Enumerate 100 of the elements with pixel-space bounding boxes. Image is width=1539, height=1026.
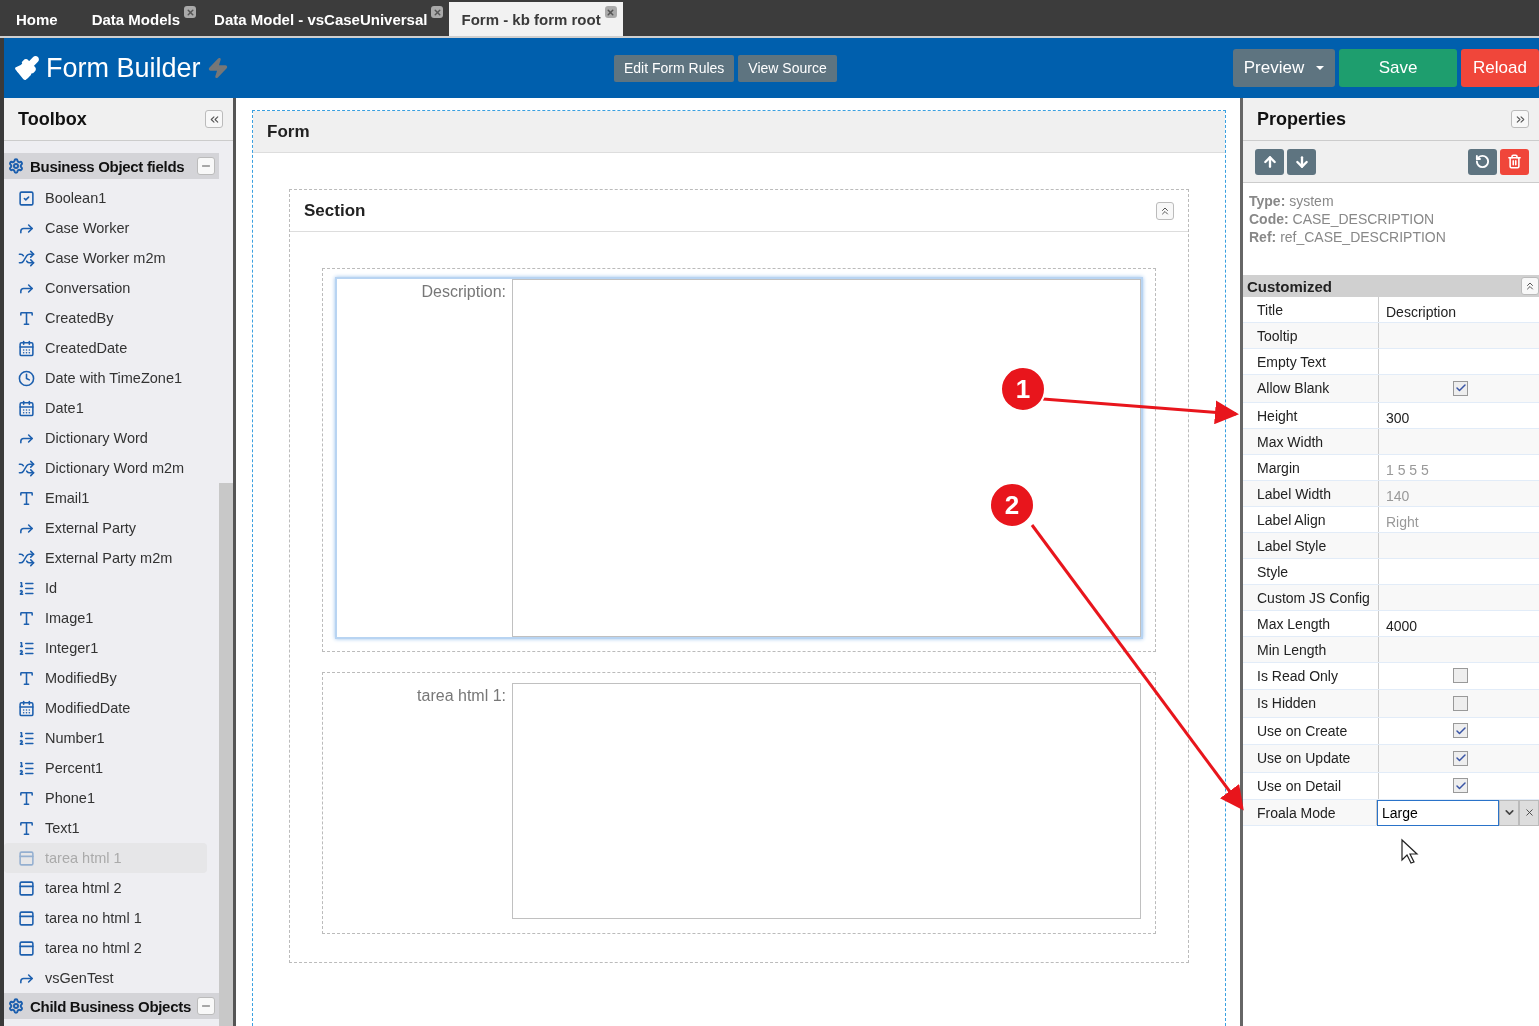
checkbox[interactable] (1453, 723, 1468, 739)
property-name: Min Length (1243, 636, 1379, 662)
property-value: 1 5 5 5 (1385, 460, 1429, 478)
toolbox-item[interactable]: Case Worker m2m (4, 243, 207, 273)
close-icon (606, 7, 616, 17)
numbered-list-icon (18, 579, 35, 597)
checkbox[interactable] (1453, 695, 1468, 711)
checkbox[interactable] (1453, 750, 1468, 766)
textarea-icon (18, 849, 35, 867)
toolbox-item[interactable]: Dictionary Word (4, 423, 207, 453)
checkbox-icon (18, 189, 35, 207)
toolbox-item[interactable]: Id (4, 573, 207, 603)
numbered-list-icon (18, 759, 35, 777)
toolbox-item[interactable]: Conversation (4, 273, 207, 303)
calendar-icon (18, 339, 35, 357)
property-name: Use on Create (1243, 717, 1379, 744)
text-icon (18, 789, 35, 807)
preview-button[interactable]: Preview (1233, 49, 1335, 87)
close-icon (1523, 807, 1535, 818)
property-value: 4000 (1385, 616, 1418, 634)
select-field[interactable]: Large (1377, 799, 1499, 826)
text-icon (18, 309, 35, 327)
toolbox-item[interactable]: Date1 (4, 393, 207, 423)
form-header: Form (253, 111, 1225, 153)
toolbox-item[interactable]: Text1 (4, 813, 207, 843)
toolbox-item[interactable]: External Party (4, 513, 207, 543)
property-name: Is Hidden (1243, 690, 1379, 717)
reload-button[interactable]: Reload (1461, 49, 1539, 87)
toolbar-button[interactable]: View Source (738, 54, 837, 82)
property-name: Use on Update (1243, 745, 1379, 772)
property-name: Max Length (1243, 610, 1379, 636)
collapse-button[interactable] (205, 110, 223, 128)
toolbox-item[interactable]: Percent1 (4, 753, 207, 783)
clock-icon (18, 369, 35, 387)
collapse-button[interactable] (1521, 277, 1539, 295)
calendar-icon (18, 399, 35, 417)
info-line: Type: system (1249, 193, 1335, 209)
group-header[interactable]: Child Business Objects (4, 993, 219, 1019)
property-name: Style (1243, 558, 1379, 584)
group-header[interactable]: Business Object fields (4, 153, 219, 179)
toolbox-item[interactable]: tarea no html 2 (4, 933, 207, 963)
toolbox-item[interactable]: Case Worker (4, 213, 207, 243)
property-name: Empty Text (1243, 349, 1379, 374)
toolbox-item[interactable]: Email1 (4, 483, 207, 513)
property-name: Max Width (1243, 428, 1379, 454)
reset-icon (1475, 154, 1490, 169)
close-button[interactable] (184, 6, 197, 18)
property-name: Tooltip (1243, 323, 1379, 348)
expand-button[interactable] (1511, 110, 1529, 128)
toolbox-item[interactable]: ModifiedBy (4, 663, 207, 693)
close-button[interactable] (604, 6, 617, 18)
checkbox[interactable] (1453, 380, 1468, 396)
scrollbar-thumb[interactable] (219, 483, 233, 1026)
toolbox-item[interactable]: Image1 (4, 603, 207, 633)
property-value: 140 (1385, 486, 1410, 504)
field-label: tarea html 1: (416, 686, 507, 706)
gear-icon (8, 158, 24, 174)
tab[interactable]: Home (4, 2, 80, 36)
property-name: Label Style (1243, 532, 1379, 558)
move-down-button[interactable] (1287, 148, 1316, 175)
field-label: Description: (420, 282, 507, 302)
toolbox-item[interactable]: Number1 (4, 723, 207, 753)
tab[interactable]: Data Model - vsCaseUniversal (202, 2, 450, 36)
lightning-icon (206, 57, 229, 79)
app-title: Form Builder (46, 52, 201, 84)
toolbox-item[interactable]: tarea no html 1 (4, 903, 207, 933)
property-name: Height (1243, 402, 1379, 428)
check-icon (1454, 724, 1467, 737)
property-name: Label Width (1243, 480, 1379, 506)
toolbox-item[interactable]: Date with TimeZone1 (4, 363, 207, 393)
checkbox[interactable] (1453, 668, 1468, 684)
cursor-icon (1401, 838, 1419, 864)
move-up-button[interactable] (1255, 148, 1284, 175)
toolbox-item[interactable]: CreatedBy (4, 303, 207, 333)
toolbar-button[interactable]: Edit Form Rules (614, 54, 735, 82)
close-button[interactable] (431, 6, 444, 18)
toolbox-item[interactable]: Phone1 (4, 783, 207, 813)
property-name: Margin (1243, 454, 1379, 480)
trash-icon (1507, 154, 1522, 169)
toolbox-item[interactable]: Dictionary Word m2m (4, 453, 207, 483)
toolbox-item[interactable]: ModifiedDate (4, 693, 207, 723)
toolbox-item[interactable]: vsGenTest (4, 963, 207, 993)
reset-button[interactable] (1468, 148, 1497, 175)
gear-icon (8, 998, 24, 1014)
toolbox-item[interactable]: tarea html 2 (4, 873, 207, 903)
collapse-button[interactable] (1156, 201, 1174, 220)
toolbox-item[interactable]: External Party m2m (4, 543, 207, 573)
checkbox[interactable] (1453, 778, 1468, 794)
toolbox-item[interactable]: Integer1 (4, 633, 207, 663)
toolbox-item[interactable]: CreatedDate (4, 333, 207, 363)
tab[interactable]: Form - kb form root (449, 2, 623, 36)
toolbox-item[interactable]: Boolean1 (4, 183, 207, 213)
dropdown-button[interactable] (1499, 799, 1519, 826)
delete-button[interactable] (1500, 148, 1529, 175)
property-value: Description (1385, 303, 1457, 320)
tab[interactable]: Data Models (79, 2, 203, 36)
property-value: 300 (1385, 408, 1410, 426)
info-line: Ref: ref_CASE_DESCRIPTION (1249, 229, 1447, 245)
property-name: Title (1243, 297, 1379, 322)
info-line: Code: CASE_DESCRIPTION (1249, 211, 1436, 227)
